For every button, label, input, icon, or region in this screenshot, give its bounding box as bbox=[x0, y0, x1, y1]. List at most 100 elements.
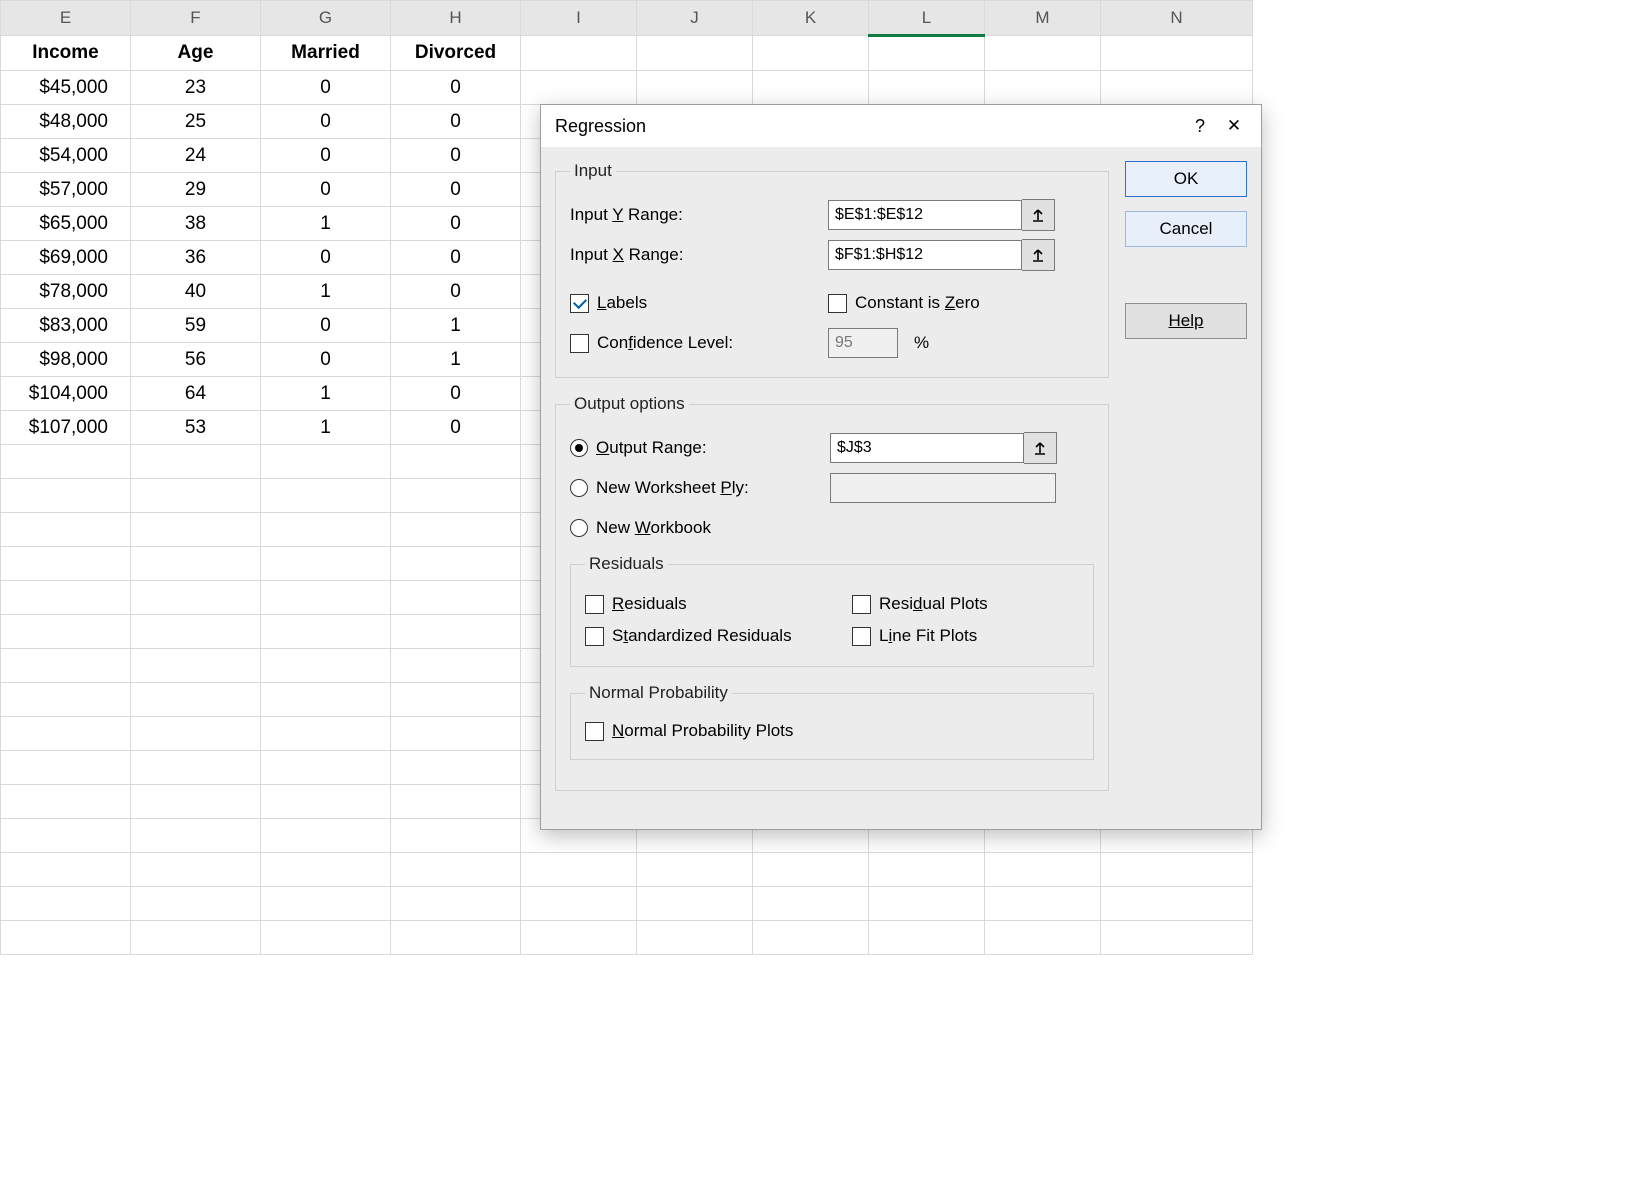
cell[interactable] bbox=[261, 717, 391, 751]
cell[interactable]: 0 bbox=[261, 343, 391, 377]
cell[interactable]: 56 bbox=[131, 343, 261, 377]
cell[interactable] bbox=[261, 513, 391, 547]
labels-checkbox[interactable]: Labels bbox=[570, 293, 820, 313]
cell[interactable] bbox=[261, 479, 391, 513]
column-header-G[interactable]: G bbox=[261, 1, 391, 36]
cell[interactable] bbox=[521, 853, 637, 887]
cell[interactable] bbox=[1101, 36, 1253, 71]
cell[interactable]: $69,000 bbox=[1, 241, 131, 275]
cell[interactable] bbox=[1, 581, 131, 615]
cell[interactable] bbox=[391, 479, 521, 513]
cell[interactable]: 0 bbox=[391, 411, 521, 445]
cell[interactable]: $57,000 bbox=[1, 173, 131, 207]
cell[interactable] bbox=[261, 581, 391, 615]
cell[interactable] bbox=[391, 921, 521, 955]
ok-button[interactable]: OK bbox=[1125, 161, 1247, 197]
cell[interactable] bbox=[261, 853, 391, 887]
cell[interactable]: $83,000 bbox=[1, 309, 131, 343]
cell[interactable] bbox=[753, 921, 869, 955]
cell[interactable]: 0 bbox=[391, 139, 521, 173]
cell[interactable] bbox=[637, 36, 753, 71]
column-header-K[interactable]: K bbox=[753, 1, 869, 36]
cell[interactable] bbox=[391, 615, 521, 649]
cell[interactable]: 1 bbox=[261, 377, 391, 411]
cell[interactable] bbox=[131, 751, 261, 785]
cell[interactable] bbox=[1, 717, 131, 751]
cell[interactable] bbox=[869, 71, 985, 105]
collapse-icon[interactable] bbox=[1022, 239, 1055, 271]
cell[interactable] bbox=[1, 785, 131, 819]
cell[interactable] bbox=[391, 581, 521, 615]
cell[interactable]: 0 bbox=[261, 241, 391, 275]
cell[interactable] bbox=[985, 921, 1101, 955]
cell[interactable]: Age bbox=[131, 36, 261, 71]
cell[interactable]: $48,000 bbox=[1, 105, 131, 139]
cell[interactable] bbox=[637, 71, 753, 105]
cell[interactable] bbox=[131, 921, 261, 955]
cell[interactable]: 25 bbox=[131, 105, 261, 139]
input-x-range[interactable] bbox=[828, 240, 1022, 270]
cell[interactable]: 0 bbox=[391, 105, 521, 139]
cell[interactable]: 64 bbox=[131, 377, 261, 411]
cell[interactable] bbox=[1101, 887, 1253, 921]
cell[interactable]: 29 bbox=[131, 173, 261, 207]
cell[interactable] bbox=[261, 547, 391, 581]
cell[interactable]: 0 bbox=[391, 275, 521, 309]
cell[interactable] bbox=[1101, 921, 1253, 955]
cell[interactable]: $45,000 bbox=[1, 71, 131, 105]
output-range-input[interactable] bbox=[830, 433, 1024, 463]
cell[interactable]: 53 bbox=[131, 411, 261, 445]
cell[interactable] bbox=[131, 547, 261, 581]
cell[interactable] bbox=[131, 615, 261, 649]
cell[interactable] bbox=[1, 853, 131, 887]
cell[interactable]: 38 bbox=[131, 207, 261, 241]
cell[interactable]: 0 bbox=[391, 173, 521, 207]
cell[interactable] bbox=[131, 717, 261, 751]
cell[interactable]: 0 bbox=[261, 139, 391, 173]
cell[interactable] bbox=[521, 921, 637, 955]
cell[interactable] bbox=[985, 36, 1101, 71]
new-worksheet-input[interactable] bbox=[830, 473, 1056, 503]
cell[interactable] bbox=[985, 853, 1101, 887]
cell[interactable] bbox=[1, 649, 131, 683]
cell[interactable] bbox=[131, 513, 261, 547]
column-header-F[interactable]: F bbox=[131, 1, 261, 36]
cell[interactable] bbox=[391, 751, 521, 785]
cell[interactable] bbox=[637, 853, 753, 887]
cell[interactable] bbox=[391, 717, 521, 751]
cell[interactable] bbox=[521, 71, 637, 105]
cell[interactable]: 0 bbox=[261, 105, 391, 139]
cell[interactable] bbox=[1, 513, 131, 547]
cell[interactable] bbox=[261, 921, 391, 955]
cell[interactable]: Divorced bbox=[391, 36, 521, 71]
cell[interactable]: $107,000 bbox=[1, 411, 131, 445]
cell[interactable]: 24 bbox=[131, 139, 261, 173]
cell[interactable]: 0 bbox=[261, 71, 391, 105]
collapse-icon[interactable] bbox=[1024, 432, 1057, 464]
column-header-E[interactable]: E bbox=[1, 1, 131, 36]
cell[interactable]: 0 bbox=[391, 207, 521, 241]
column-header-N[interactable]: N bbox=[1101, 1, 1253, 36]
column-header-I[interactable]: I bbox=[521, 1, 637, 36]
cell[interactable]: 40 bbox=[131, 275, 261, 309]
cell[interactable]: 0 bbox=[391, 71, 521, 105]
cell[interactable] bbox=[637, 887, 753, 921]
cell[interactable] bbox=[391, 887, 521, 921]
cell[interactable]: Married bbox=[261, 36, 391, 71]
cell[interactable] bbox=[1, 615, 131, 649]
cell[interactable] bbox=[261, 785, 391, 819]
cell[interactable]: 1 bbox=[391, 343, 521, 377]
cell[interactable]: 0 bbox=[261, 309, 391, 343]
cell[interactable] bbox=[1, 445, 131, 479]
cell[interactable] bbox=[1101, 853, 1253, 887]
cell[interactable]: 0 bbox=[391, 241, 521, 275]
cell[interactable] bbox=[391, 513, 521, 547]
cell[interactable] bbox=[869, 921, 985, 955]
input-y-range[interactable] bbox=[828, 200, 1022, 230]
cell[interactable] bbox=[261, 887, 391, 921]
cell[interactable]: $65,000 bbox=[1, 207, 131, 241]
cell[interactable] bbox=[131, 683, 261, 717]
cell[interactable] bbox=[521, 36, 637, 71]
cell[interactable]: 1 bbox=[261, 207, 391, 241]
cell[interactable] bbox=[637, 921, 753, 955]
